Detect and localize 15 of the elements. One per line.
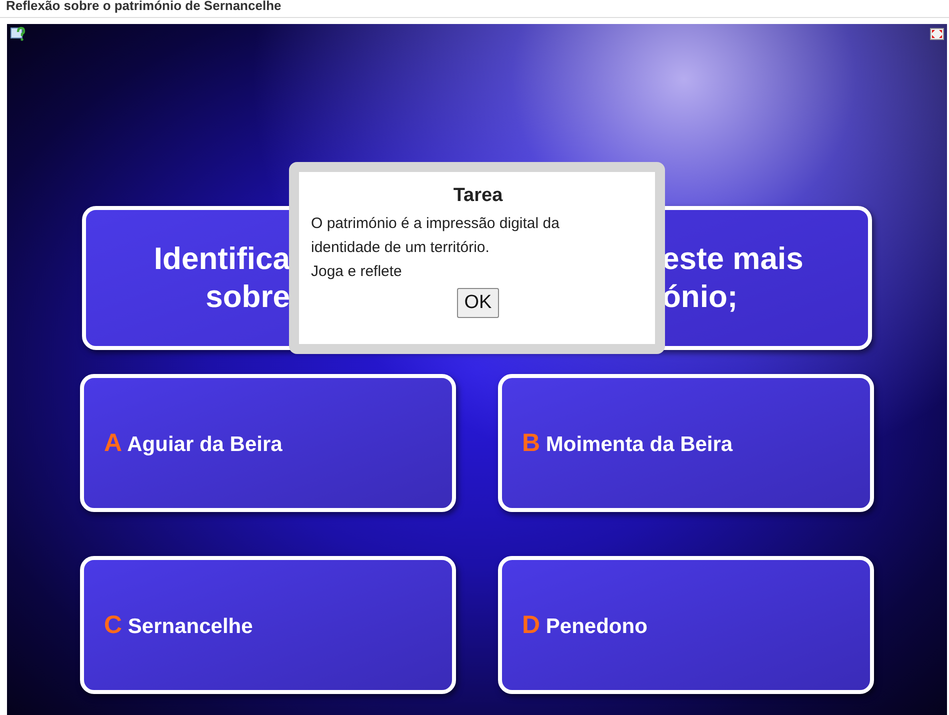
answer-button[interactable]: C Sernancelhe	[80, 556, 456, 694]
answer-button[interactable]: A Aguiar da Beira	[80, 374, 456, 512]
ok-button[interactable]: OK	[457, 288, 499, 318]
question-text: este mais	[662, 240, 804, 278]
help-icon[interactable]	[10, 26, 26, 42]
dialog-text: O património é a impressão digital da identidade de um território.	[311, 214, 560, 258]
answer-button[interactable]: D Penedono	[498, 556, 874, 694]
dialog-text: Joga e reflete	[311, 262, 403, 282]
question-text: Identifica	[154, 240, 290, 278]
dialog-title: Tarea	[452, 184, 504, 208]
answer-button[interactable]: B Moimenta da Beira	[498, 374, 874, 512]
fullscreen-icon[interactable]	[930, 28, 944, 40]
question-text: sobre	[206, 278, 290, 316]
page-title: Reflexão sobre o património de Sernancelhe	[0, 0, 949, 18]
question-text: ónio;	[662, 278, 738, 316]
